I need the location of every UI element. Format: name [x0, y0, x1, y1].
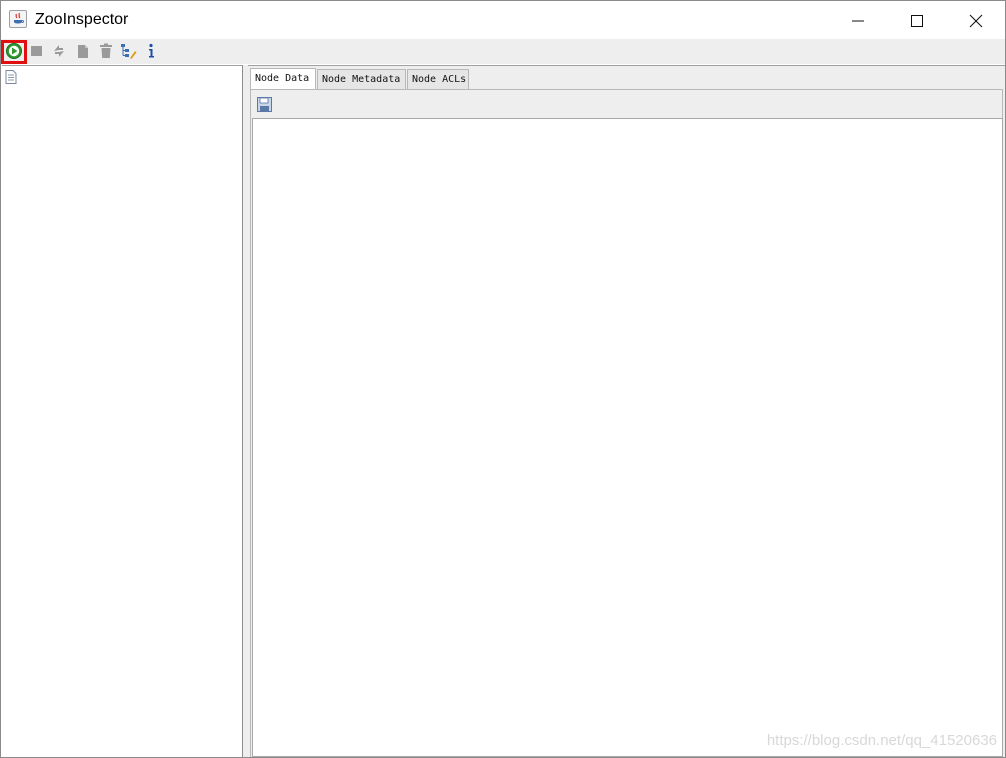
- save-button[interactable]: [257, 97, 272, 116]
- title-bar: ZooInspector: [1, 1, 1005, 39]
- play-circle-icon: [6, 43, 22, 59]
- delete-node-button[interactable]: [97, 42, 115, 60]
- minimize-icon: [852, 20, 864, 22]
- node-data-text-area[interactable]: [252, 118, 1003, 757]
- node-details-panel: Node Data Node Metadata Node ACLs: [248, 65, 1005, 757]
- disconnect-button[interactable]: [28, 42, 46, 60]
- info-icon: [149, 43, 154, 58]
- window-title: ZooInspector: [35, 11, 129, 28]
- add-node-button[interactable]: [74, 42, 92, 60]
- close-button[interactable]: [947, 1, 1005, 39]
- node-data-tab-content: [250, 89, 1003, 757]
- refresh-icon: [54, 45, 64, 57]
- minimize-button[interactable]: [829, 1, 887, 39]
- node-tree-panel[interactable]: [2, 65, 243, 757]
- java-app-icon: [9, 10, 27, 28]
- node-viewers-button[interactable]: [119, 42, 137, 60]
- tab-node-metadata[interactable]: Node Metadata: [317, 69, 406, 90]
- tree-edit-icon: [121, 44, 137, 59]
- add-node-icon: [78, 45, 88, 58]
- watermark: https://blog.csdn.net/qq_41520636: [766, 732, 997, 749]
- refresh-button[interactable]: [50, 42, 68, 60]
- connect-button[interactable]: [5, 42, 23, 60]
- main-toolbar: [1, 39, 1005, 64]
- trash-icon: [100, 43, 112, 58]
- tab-node-acls[interactable]: Node ACLs: [407, 69, 469, 90]
- maximize-icon: [911, 15, 923, 27]
- document-icon[interactable]: [5, 69, 17, 88]
- about-button[interactable]: [143, 42, 161, 60]
- floppy-disk-icon: [257, 97, 272, 112]
- tab-node-data[interactable]: Node Data: [250, 68, 316, 91]
- stop-icon: [31, 46, 42, 56]
- close-icon: [969, 14, 983, 28]
- node-data-toolbar: [251, 90, 1002, 117]
- zooinspector-window: ZooInspector Node Data Node Metadata Nod…: [0, 0, 1006, 758]
- maximize-button[interactable]: [888, 1, 946, 39]
